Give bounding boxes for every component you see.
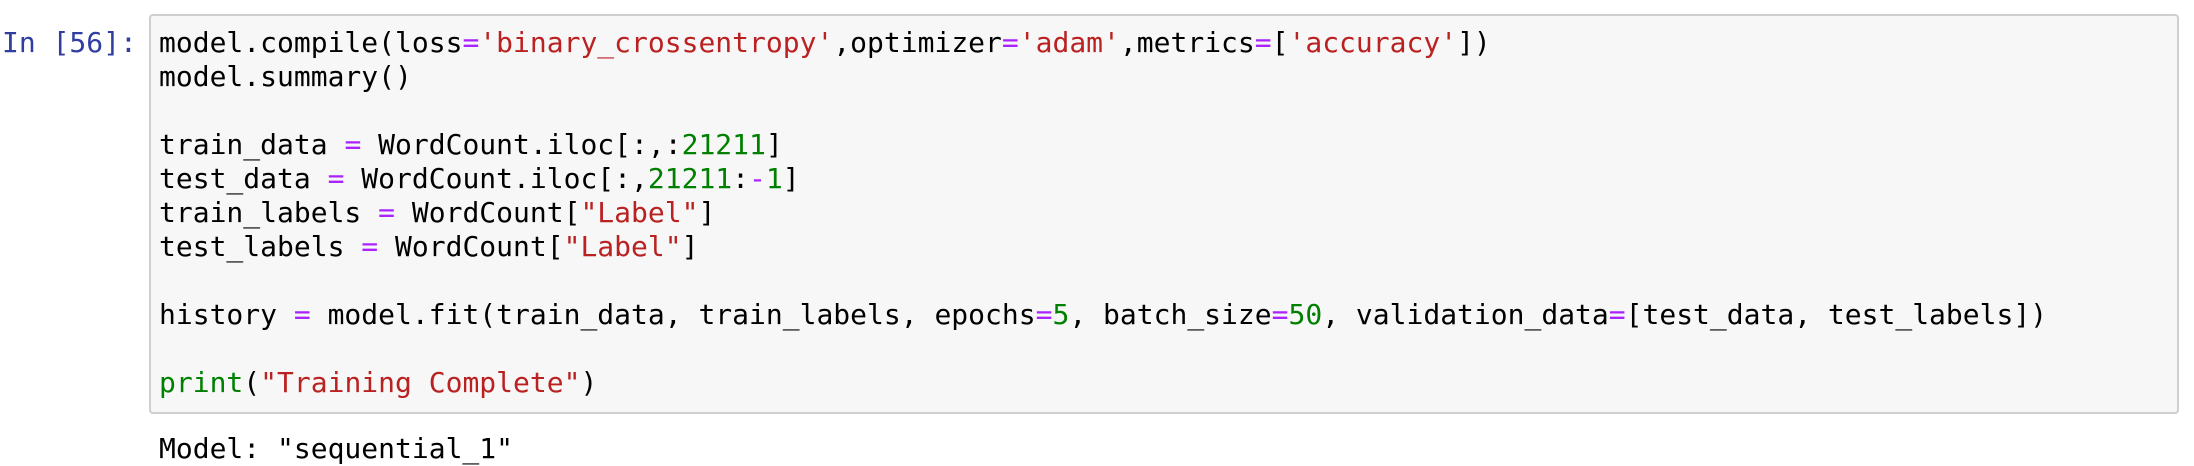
code-token: ] — [765, 128, 783, 161]
code-token: ] — [782, 162, 800, 195]
code-string-token: "Training Complete" — [260, 366, 581, 399]
code-token: WordCount[ — [378, 230, 564, 263]
code-operator-token: = — [361, 230, 379, 263]
code-token: train_labels — [159, 196, 379, 229]
code-token: , batch_size — [1069, 298, 1272, 331]
code-number-token: 21211 — [681, 128, 766, 161]
code-editor[interactable]: model.compile(loss='binary_crossentropy'… — [159, 26, 2047, 400]
code-token: test_data — [159, 162, 328, 195]
code-token: ] — [681, 230, 699, 263]
code-string-token: 'adam' — [1018, 26, 1120, 59]
code-string-token: "Label" — [580, 196, 699, 229]
code-cell-input[interactable]: model.compile(loss='binary_crossentropy'… — [149, 14, 2179, 414]
code-token: model.summary() — [159, 60, 412, 93]
code-token: WordCount.iloc[:, — [344, 162, 648, 195]
code-operator-token: = — [327, 162, 345, 195]
code-line: model.compile(loss='binary_crossentropy'… — [159, 26, 2047, 60]
code-operator-token: = — [378, 196, 396, 229]
code-string-token: 'binary_crossentropy' — [479, 26, 834, 59]
code-token: test_labels — [159, 230, 362, 263]
code-operator-token: = — [1608, 298, 1626, 331]
code-token: history — [159, 298, 294, 331]
code-token: : — [732, 162, 750, 195]
code-line: history = model.fit(train_data, train_la… — [159, 298, 2047, 332]
code-token: ,optimizer — [833, 26, 1002, 59]
code-token: [test_data, test_labels]) — [1625, 298, 2048, 331]
code-token: , validation_data — [1322, 298, 1609, 331]
code-operator-token: = — [293, 298, 311, 331]
code-string-token: 'accuracy' — [1288, 26, 1458, 59]
code-string-token: "Label" — [563, 230, 682, 263]
code-operator-token: = — [1254, 26, 1272, 59]
code-token: train_data — [159, 128, 345, 161]
code-number-token: 21211 — [647, 162, 733, 195]
code-line: test_data = WordCount.iloc[:,21211:-1] — [159, 162, 2047, 196]
code-operator-token: = — [1035, 298, 1053, 331]
cell-output-text: Model: "sequential_1" — [159, 432, 514, 465]
code-token: [ — [1271, 26, 1289, 59]
code-number-token: 1 — [765, 162, 783, 195]
code-token: WordCount.iloc[:,: — [361, 128, 682, 161]
code-builtin-token: print — [159, 366, 244, 399]
code-operator-token: = — [462, 26, 480, 59]
code-line: train_data = WordCount.iloc[:,:21211] — [159, 128, 2047, 162]
cell-prompt: In [56]: — [2, 26, 137, 59]
code-token: ]) — [1457, 26, 1491, 59]
code-operator-token: = — [344, 128, 362, 161]
code-line: train_labels = WordCount["Label"] — [159, 196, 2047, 230]
code-token: ) — [580, 366, 598, 399]
code-line: print("Training Complete") — [159, 366, 2047, 400]
code-token: model.fit(train_data, train_labels, epoc… — [310, 298, 1036, 331]
code-operator-token: - — [749, 162, 766, 195]
code-token: WordCount[ — [395, 196, 581, 229]
code-token: model.compile(loss — [159, 26, 463, 59]
code-number-token: 50 — [1288, 298, 1323, 331]
code-token: ,metrics — [1119, 26, 1255, 59]
code-token: ( — [243, 366, 261, 399]
code-token: ] — [698, 196, 716, 229]
code-operator-token: = — [1271, 298, 1289, 331]
code-number-token: 5 — [1052, 298, 1070, 331]
code-line: test_labels = WordCount["Label"] — [159, 230, 2047, 264]
code-operator-token: = — [1001, 26, 1019, 59]
code-line: model.summary() — [159, 60, 2047, 94]
